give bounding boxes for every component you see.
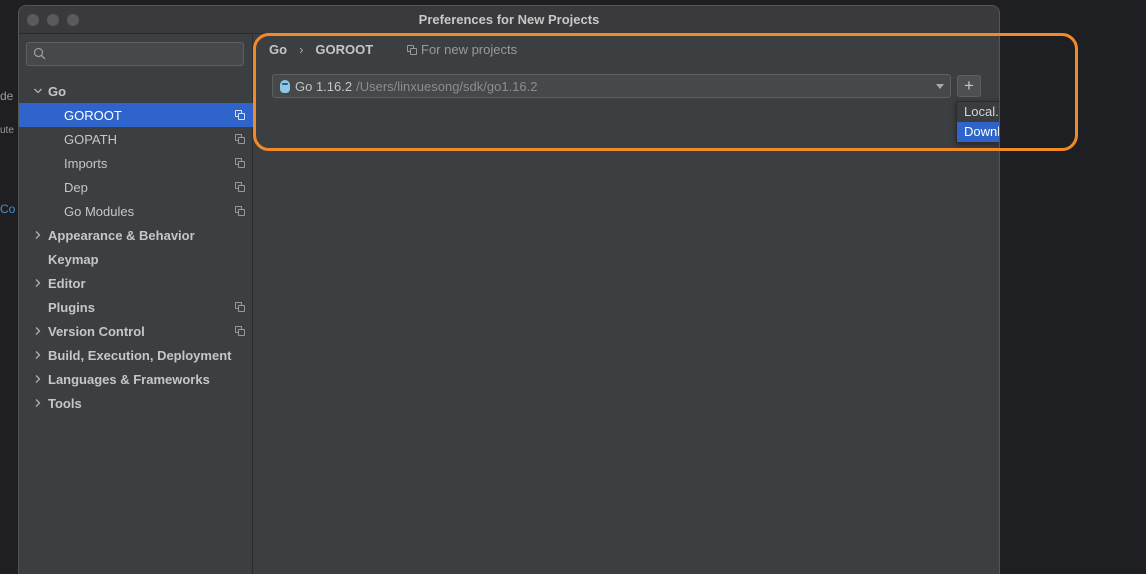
project-settings-icon xyxy=(235,182,245,192)
sidebar-item-languages-frameworks[interactable]: Languages & Frameworks xyxy=(19,367,253,391)
sidebar-item-label: Build, Execution, Deployment xyxy=(48,347,232,363)
window-controls xyxy=(27,14,79,26)
project-settings-icon xyxy=(235,110,245,120)
sidebar-item-gopath[interactable]: GOPATH xyxy=(19,127,253,151)
sidebar-item-appearance-behavior[interactable]: Appearance & Behavior xyxy=(19,223,253,247)
add-sdk-button[interactable]: + xyxy=(957,75,981,97)
close-window-button[interactable] xyxy=(27,14,39,26)
sidebar-item-goroot[interactable]: GOROOT xyxy=(19,103,253,127)
settings-tree: Go GOROOT GOPATH Imports Dep Go Modules Appear… xyxy=(19,79,253,415)
project-settings-icon xyxy=(407,44,417,55)
chevron-down-icon[interactable] xyxy=(33,86,43,96)
sidebar-item-label: Version Control xyxy=(48,323,145,339)
chevron-right-icon[interactable] xyxy=(33,230,43,240)
sidebar-item-label: Keymap xyxy=(48,251,99,267)
background-text-fragment: ute xyxy=(0,125,14,136)
add-sdk-menu: Local... Download... xyxy=(956,101,999,143)
sidebar-item-label: Imports xyxy=(64,155,108,171)
settings-sidebar: Go GOROOT GOPATH Imports Dep Go Modules Appear… xyxy=(19,35,253,574)
sidebar-item-label: Go xyxy=(48,83,67,99)
zoom-window-button[interactable] xyxy=(67,14,79,26)
chevron-right-icon[interactable] xyxy=(33,326,43,336)
breadcrumb: Go › GOROOT xyxy=(269,42,373,57)
project-settings-icon xyxy=(235,302,245,312)
background-link-fragment: Co xyxy=(0,202,16,216)
sidebar-item-label: Go Modules xyxy=(64,203,135,219)
goroot-sdk-dropdown[interactable]: Go 1.16.2 /Users/linxuesong/sdk/go1.16.2 xyxy=(272,74,951,98)
project-settings-icon xyxy=(235,158,245,168)
chevron-right-icon[interactable] xyxy=(33,398,43,408)
chevron-down-icon xyxy=(936,84,944,89)
sidebar-item-label: Plugins xyxy=(48,299,95,315)
settings-content: Go › GOROOT For new projects Go 1.16.2 /… xyxy=(254,35,999,574)
chevron-right-icon[interactable] xyxy=(33,278,43,288)
sidebar-item-label: Editor xyxy=(48,275,86,291)
background-text-fragment: de xyxy=(0,89,14,103)
title-bar: Preferences for New Projects xyxy=(19,6,999,34)
project-settings-icon xyxy=(235,326,245,336)
scope-note: For new projects xyxy=(407,42,517,57)
scope-note-label: For new projects xyxy=(421,42,518,57)
sidebar-item-editor[interactable]: Editor xyxy=(19,271,253,295)
sidebar-item-go[interactable]: Go xyxy=(19,79,253,103)
sidebar-item-tools[interactable]: Tools xyxy=(19,391,253,415)
project-settings-icon xyxy=(235,206,245,216)
breadcrumb-current: GOROOT xyxy=(315,42,374,57)
preferences-dialog: Preferences for New Projects Go GOROOT GOP… xyxy=(18,5,1000,574)
sidebar-item-dep[interactable]: Dep xyxy=(19,175,253,199)
sidebar-item-keymap[interactable]: Keymap xyxy=(19,247,253,271)
sidebar-item-label: Tools xyxy=(48,395,82,411)
menu-item-download[interactable]: Download... xyxy=(957,122,999,142)
chevron-right-icon[interactable] xyxy=(33,350,43,360)
window-title: Preferences for New Projects xyxy=(418,12,600,27)
sidebar-item-go-modules[interactable]: Go Modules xyxy=(19,199,253,223)
sdk-path: /Users/linxuesong/sdk/go1.16.2 xyxy=(356,78,538,94)
minimize-window-button[interactable] xyxy=(47,14,59,26)
project-settings-icon xyxy=(235,134,245,144)
sidebar-item-label: GOPATH xyxy=(64,131,117,147)
sidebar-item-version-control[interactable]: Version Control xyxy=(19,319,253,343)
sdk-version: Go 1.16.2 xyxy=(295,78,353,94)
search-input[interactable] xyxy=(26,42,244,66)
sidebar-item-build-execution-deployment[interactable]: Build, Execution, Deployment xyxy=(19,343,253,367)
sidebar-item-label: Appearance & Behavior xyxy=(48,227,195,243)
chevron-right-icon[interactable] xyxy=(33,374,43,384)
background-window xyxy=(1000,0,1146,574)
search-icon xyxy=(33,47,46,60)
sidebar-item-label: Dep xyxy=(64,179,88,195)
sidebar-item-label: GOROOT xyxy=(64,107,122,123)
sidebar-item-label: Languages & Frameworks xyxy=(48,371,210,387)
breadcrumb-parent[interactable]: Go xyxy=(269,42,287,57)
breadcrumb-separator-icon: › xyxy=(299,42,304,57)
sidebar-item-imports[interactable]: Imports xyxy=(19,151,253,175)
menu-item-local[interactable]: Local... xyxy=(957,102,999,122)
sidebar-item-plugins[interactable]: Plugins xyxy=(19,295,253,319)
go-gopher-icon xyxy=(280,79,290,93)
